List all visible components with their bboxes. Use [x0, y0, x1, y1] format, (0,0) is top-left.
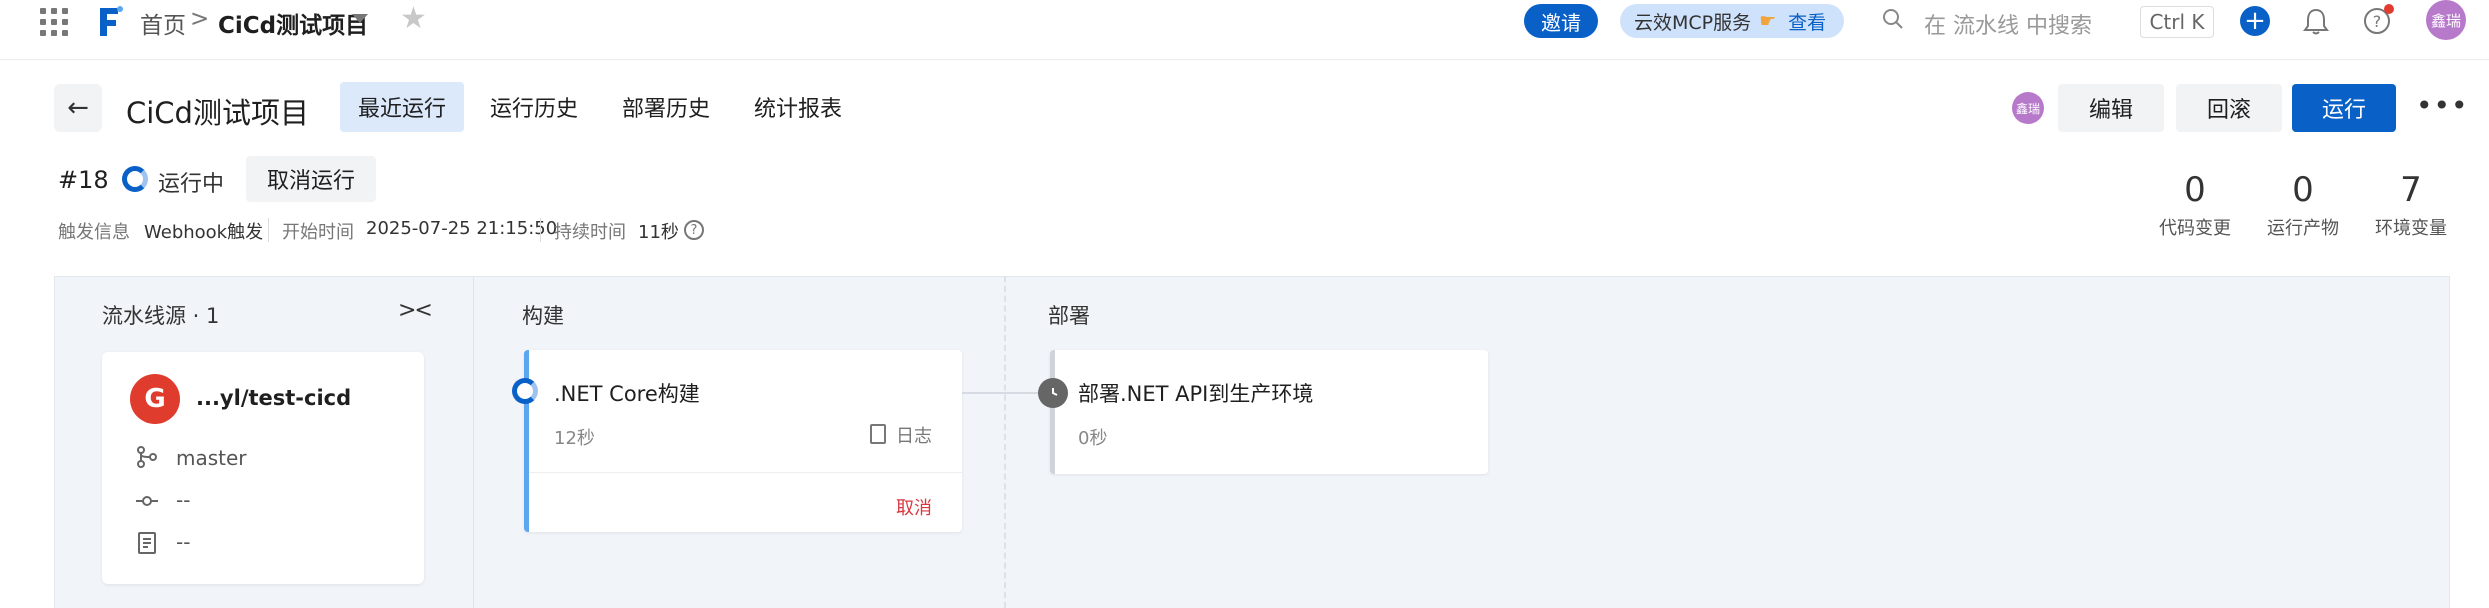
divider [268, 218, 269, 242]
edit-button[interactable]: 编辑 [2058, 84, 2164, 132]
tab-statistics[interactable]: 统计报表 [736, 82, 860, 132]
bell-icon[interactable] [2302, 6, 2330, 36]
build-job-name[interactable]: .NET Core构建 [554, 378, 700, 408]
search-icon[interactable] [1882, 8, 1904, 30]
divider [540, 218, 541, 242]
stat-code-changes-label: 代码变更 [2159, 218, 2231, 239]
run-button[interactable]: 运行 [2292, 84, 2396, 132]
stat-artifacts-value[interactable]: 0 [2258, 170, 2348, 210]
running-spinner-icon [122, 166, 148, 192]
build-job-time: 12秒 [554, 428, 595, 449]
repo-name[interactable]: ...yl/test-cicd [196, 386, 351, 410]
avatar[interactable]: 鑫瑞 [2012, 92, 2044, 124]
start-time-value: 2025-07-25 21:15:50 [366, 218, 558, 239]
question-icon[interactable]: ? [684, 220, 704, 240]
document-icon [138, 532, 156, 554]
gitee-logo-icon: G [130, 374, 180, 424]
message-value: -- [176, 530, 191, 554]
start-time-key: 开始时间 [282, 222, 354, 243]
commit-icon [136, 496, 158, 506]
mcp-label: 云效MCP服务 [1634, 11, 1752, 34]
log-link[interactable]: 日志 [896, 422, 932, 448]
deploy-job-time: 0秒 [1078, 428, 1108, 449]
clock-icon [1038, 378, 1068, 408]
branch-icon [137, 446, 157, 468]
create-plus-button[interactable]: + [2240, 6, 2270, 36]
notification-dot [2384, 4, 2394, 14]
card-divider [529, 472, 962, 473]
deploy-job-card[interactable] [1050, 350, 1488, 474]
tab-recent-runs[interactable]: 最近运行 [340, 82, 465, 132]
status-badge: 运行中 [158, 172, 225, 197]
invite-button[interactable]: 邀请 [1524, 4, 1598, 38]
top-bar: 首页 > CiCd测试项目 ★ 邀请 云效MCP服务 ☛ 查看 在 流水线 中搜… [0, 0, 2489, 60]
cancel-job-button[interactable]: 取消 [896, 494, 932, 520]
stat-artifacts-label: 运行产物 [2267, 218, 2339, 239]
trigger-value: Webhook触发 [144, 222, 264, 243]
more-icon[interactable]: ••• [2416, 92, 2469, 120]
tab-run-history[interactable]: 运行历史 [472, 82, 596, 132]
cancel-run-button[interactable]: 取消运行 [246, 156, 376, 202]
user-avatar[interactable]: 鑫瑞 [2426, 0, 2466, 40]
branch-value: master [176, 446, 247, 470]
caret-down-icon[interactable] [352, 14, 368, 23]
source-title: 流水线源 · 1 [102, 304, 220, 328]
trigger-key: 触发信息 [58, 222, 130, 243]
job-connector [962, 392, 1038, 394]
stage-deploy-title: 部署 [1048, 304, 1090, 328]
search-input[interactable]: 在 流水线 中搜索 [1924, 8, 2092, 40]
breadcrumb-separator: > [190, 6, 210, 32]
stage-divider [1004, 276, 1006, 608]
tab-deploy-history[interactable]: 部署历史 [604, 82, 728, 132]
star-icon[interactable]: ★ [400, 4, 427, 34]
shortcut-hint: Ctrl K [2140, 6, 2214, 38]
run-number: #18 [58, 166, 109, 194]
svg-text:?: ? [2373, 12, 2382, 31]
collapse-icon[interactable]: >< [398, 298, 433, 323]
back-button[interactable]: ← [54, 84, 102, 132]
stat-env-vars-label: 环境变量 [2375, 218, 2447, 239]
mcp-service-banner[interactable]: 云效MCP服务 ☛ 查看 [1620, 4, 1844, 38]
deploy-job-name[interactable]: 部署.NET API到生产环境 [1078, 378, 1313, 408]
app-grid-icon[interactable] [40, 8, 68, 36]
rollback-button[interactable]: 回滚 [2176, 84, 2282, 132]
breadcrumb-home[interactable]: 首页 [140, 6, 186, 40]
brand-logo-icon[interactable] [96, 4, 124, 38]
log-icon[interactable] [870, 424, 886, 444]
breadcrumb-project[interactable]: CiCd测试项目 [218, 6, 368, 40]
pointing-hand-icon: ☛ [1759, 10, 1777, 32]
duration-key: 持续时间 [554, 222, 626, 243]
duration-value: 11秒 [638, 222, 679, 243]
stage-build-title: 构建 [522, 304, 564, 328]
mcp-view-link[interactable]: 查看 [1788, 8, 1826, 35]
stat-env-vars-value[interactable]: 7 [2366, 170, 2456, 210]
page-title: CiCd测试项目 [126, 96, 309, 130]
commit-value: -- [176, 488, 191, 512]
stat-code-changes-value[interactable]: 0 [2150, 170, 2240, 210]
job-running-icon [512, 378, 538, 404]
